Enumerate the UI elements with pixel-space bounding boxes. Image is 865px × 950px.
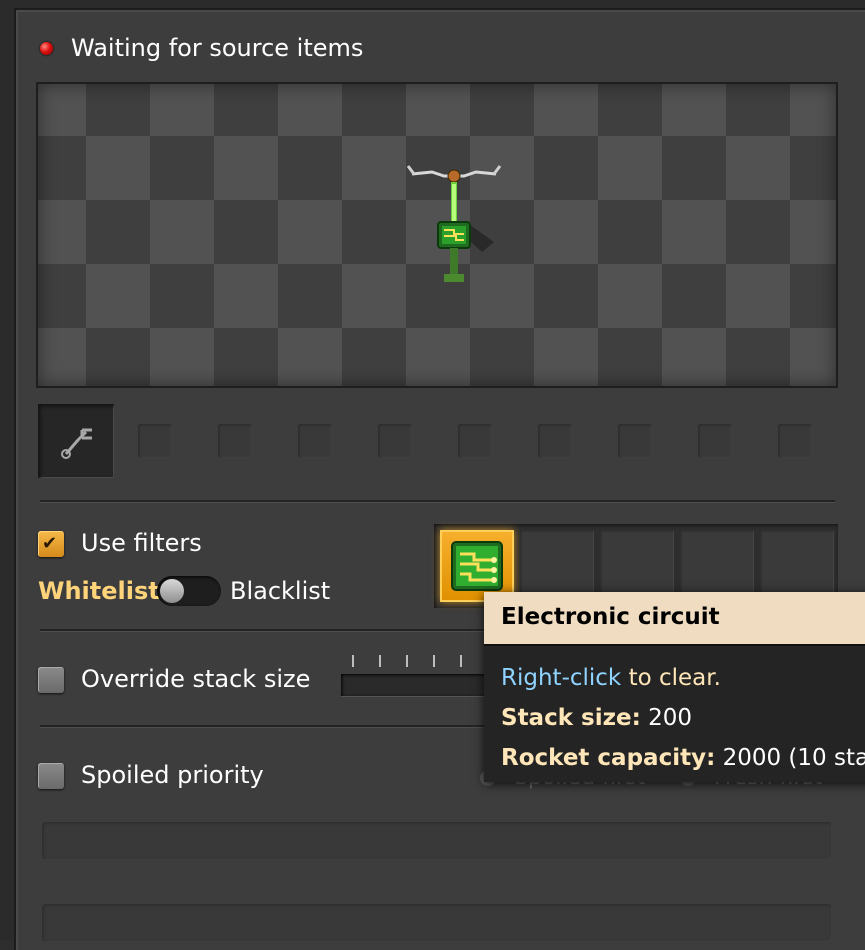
tooltip-clear-key: Right-click (501, 665, 622, 691)
item-tooltip: Electronic circuit Right-click to clear.… (484, 592, 865, 782)
inserter-icon (406, 165, 502, 282)
module-slot[interactable] (458, 424, 492, 458)
section-divider (40, 500, 835, 503)
empty-bar (42, 822, 832, 860)
tooltip-title: Electronic circuit (501, 604, 720, 630)
status-indicator-icon (40, 41, 53, 55)
whitelist-blacklist-switch[interactable] (157, 576, 221, 606)
tooltip-stack-label: Stack size: (501, 705, 641, 731)
module-slot[interactable] (138, 424, 172, 458)
checkmark-icon: ✔ (42, 533, 58, 554)
module-slot[interactable] (298, 424, 332, 458)
module-slot[interactable] (778, 424, 812, 458)
use-filters-label: Use filters (81, 529, 202, 557)
tooltip-rocket-line: Rocket capacity: 2000 (10 stac (501, 738, 865, 778)
module-slot[interactable] (538, 424, 572, 458)
entity-preview[interactable] (36, 82, 838, 388)
switch-knob (160, 579, 184, 603)
spoiled-priority-checkbox[interactable] (38, 763, 64, 789)
module-slot[interactable] (618, 424, 652, 458)
inserter-arm-icon (61, 428, 92, 459)
override-stack-size-checkbox[interactable] (38, 667, 64, 693)
module-slot[interactable] (378, 424, 412, 458)
status-row: Waiting for source items (40, 30, 363, 66)
empty-bar (42, 904, 832, 942)
tooltip-stack-value: 200 (640, 705, 692, 731)
module-slot[interactable] (698, 424, 732, 458)
spoiled-priority-label: Spoiled priority (81, 761, 264, 789)
tooltip-stack-line: Stack size: 200 (501, 698, 865, 738)
whitelist-label[interactable]: Whitelist (38, 577, 160, 605)
module-slot[interactable] (218, 424, 252, 458)
blacklist-label[interactable]: Blacklist (230, 577, 330, 605)
status-text: Waiting for source items (71, 34, 364, 62)
tooltip-clear-line: Right-click to clear. (501, 658, 865, 698)
tooltip-body: Right-click to clear. Stack size: 200 Ro… (501, 658, 865, 778)
tooltip-clear-text: to clear. (621, 665, 721, 691)
tooltip-rocket-label: Rocket capacity: (501, 745, 716, 771)
tooltip-rocket-value: 2000 (10 stac (722, 745, 865, 771)
module-slot-main[interactable] (38, 404, 114, 478)
use-filters-checkbox[interactable]: ✔ (38, 531, 64, 557)
override-stack-size-label: Override stack size (81, 665, 311, 693)
tooltip-header: Electronic circuit (484, 592, 865, 646)
